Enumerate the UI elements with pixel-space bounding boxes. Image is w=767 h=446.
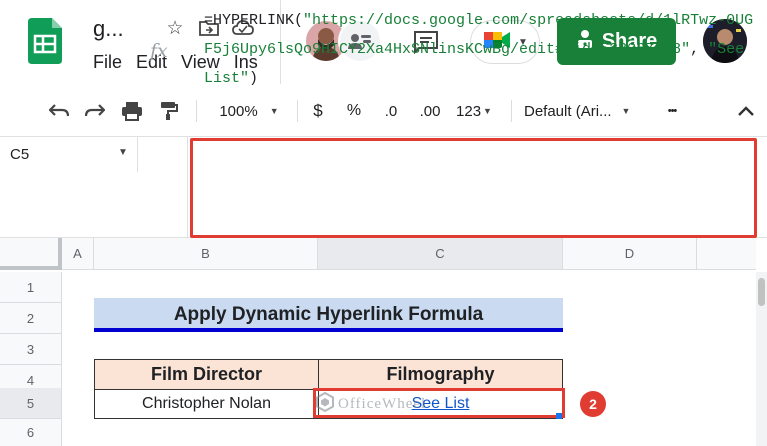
font-family-value: Default (Ari...: [524, 102, 612, 120]
sheet-title-cell[interactable]: Apply Dynamic Hyperlink Formula: [94, 298, 563, 331]
formula-input[interactable]: =HYPERLINK("https://docs.google.com/spre…: [204, 6, 754, 93]
redo-icon[interactable]: [82, 98, 108, 124]
toolbar-separator: [297, 100, 298, 122]
chevron-down-icon: ▼: [483, 106, 492, 116]
menu-file[interactable]: File: [93, 52, 122, 73]
font-family-select[interactable]: Default (Ari... ▼: [524, 98, 648, 124]
column-header-d[interactable]: D: [563, 238, 697, 270]
decrease-decimal-label: .0: [384, 102, 398, 120]
cell-director[interactable]: Christopher Nolan: [94, 389, 319, 419]
decrease-decimal-button[interactable]: .0: [378, 98, 404, 124]
fx-icon: fx: [150, 40, 168, 62]
more-options-icon[interactable]: •••: [659, 98, 685, 124]
title-underline: [94, 328, 563, 332]
header-cell-filmography[interactable]: Filmography: [318, 359, 563, 390]
toolbar-separator: [511, 100, 512, 122]
row-header-5[interactable]: 5: [0, 388, 62, 419]
print-icon[interactable]: [118, 98, 146, 124]
chevron-down-icon: ▼: [269, 106, 279, 116]
column-header-c[interactable]: C: [318, 238, 563, 270]
paint-format-icon[interactable]: [156, 98, 182, 124]
formula-separator: ,: [690, 41, 709, 58]
formula-highlight-box: [190, 138, 757, 238]
callout-badge-2: 2: [580, 391, 606, 417]
select-all-corner[interactable]: [0, 238, 62, 270]
document-title[interactable]: g...: [93, 16, 124, 42]
column-header-a[interactable]: A: [62, 238, 94, 270]
formula-prefix: =HYPERLINK(: [204, 12, 304, 29]
undo-icon[interactable]: [46, 98, 72, 124]
fx-area: [138, 137, 188, 237]
row-header-3[interactable]: 3: [0, 334, 62, 365]
increase-decimal-label: .00: [419, 102, 441, 120]
toolbar: 100% ▼ $ % .0 .00 123 ▼ Default (Ari... …: [0, 86, 767, 136]
row-header-6[interactable]: 6: [0, 419, 62, 446]
zoom-value: 100%: [219, 102, 258, 120]
selection-fill-handle[interactable]: [556, 413, 562, 419]
percent-format-button[interactable]: %: [344, 98, 364, 124]
more-formats-label: 123: [456, 102, 482, 120]
collapse-menus-icon[interactable]: [733, 98, 759, 124]
star-icon[interactable]: ☆: [163, 16, 187, 40]
cell-highlight-box: [313, 388, 565, 418]
zoom-select[interactable]: 100% ▼: [212, 98, 286, 124]
row-header-1[interactable]: 1: [0, 272, 62, 303]
more-formats-select[interactable]: 123 ▼: [450, 98, 498, 124]
column-header-e[interactable]: [697, 238, 756, 270]
chevron-down-icon: ▼: [621, 106, 631, 116]
row-header-2[interactable]: 2: [0, 303, 62, 334]
header-cell-film-director[interactable]: Film Director: [94, 359, 319, 390]
formula-suffix: ): [249, 70, 259, 87]
scrollbar-thumb[interactable]: [758, 278, 765, 306]
currency-format-button[interactable]: $: [308, 98, 328, 124]
toolbar-separator: [196, 100, 197, 122]
sheets-logo-icon[interactable]: [28, 18, 62, 64]
increase-decimal-button[interactable]: .00: [414, 98, 446, 124]
chevron-down-icon[interactable]: ▼: [118, 147, 128, 158]
column-header-b[interactable]: B: [94, 238, 318, 270]
